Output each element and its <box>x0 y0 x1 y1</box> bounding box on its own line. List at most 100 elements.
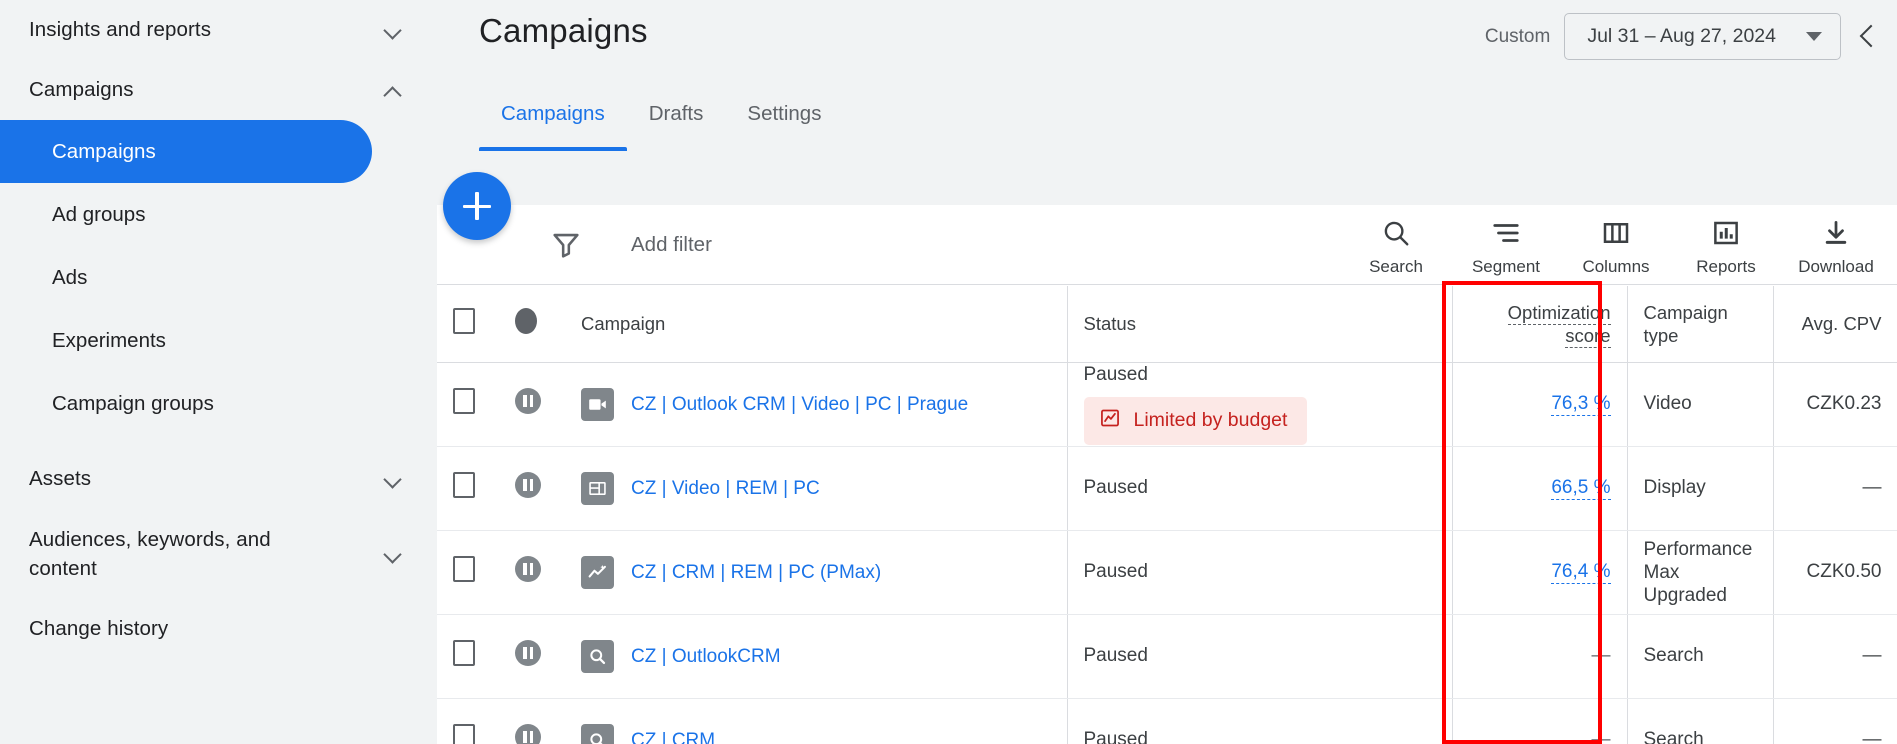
table-header: Campaign Status Optimization score Campa… <box>437 286 1897 363</box>
column-label: Campaign <box>581 312 666 334</box>
sidebar-group-assets[interactable]: Assets <box>0 449 437 509</box>
column-label: Avg. CPV <box>1801 312 1882 334</box>
column-label: Campaign <box>1643 301 1728 323</box>
select-all-checkbox[interactable] <box>453 308 475 335</box>
campaign-name-link[interactable]: CZ | Outlook CRM | Video | PC | Prague <box>631 392 968 417</box>
row-select-cell[interactable] <box>437 362 499 447</box>
avg-cpv-column-header[interactable]: Avg. CPV <box>1772 286 1897 363</box>
status-text: Paused <box>1083 363 1148 385</box>
optimization-score-link[interactable]: 76,3 % <box>1551 393 1611 416</box>
row-status-toggle-cell[interactable] <box>499 362 565 447</box>
optimization-score-link[interactable]: 76,4 % <box>1551 561 1611 584</box>
toolbar-actions: Search Segment Columns Reports Download <box>1341 212 1897 277</box>
pause-icon[interactable] <box>515 556 541 582</box>
status-dot-header <box>499 286 565 363</box>
chevron-down-icon <box>384 20 404 40</box>
campaign-name-link[interactable]: CZ | Video | REM | PC <box>631 476 820 501</box>
status-cell: Paused Limited by budget <box>1066 362 1452 447</box>
campaign-cell: CZ | CRM | REM | PC (PMax) <box>565 530 1067 615</box>
sidebar-group-insights-and-reports[interactable]: Insights and reports <box>0 0 437 60</box>
sidebar-item-ads[interactable]: Ads <box>0 246 372 309</box>
sidebar-item-campaign-groups[interactable]: Campaign groups <box>0 372 372 435</box>
date-range-picker[interactable]: Jul 31 – Aug 27, 2024 <box>1564 13 1841 60</box>
sidebar-group-campaigns[interactable]: Campaigns <box>0 60 437 120</box>
status-cell: Paused <box>1066 530 1452 615</box>
campaign-type-column-header[interactable]: Campaign type <box>1626 286 1773 363</box>
search-icon <box>1381 216 1411 250</box>
pmax-icon <box>581 555 614 589</box>
campaign-type-cell: Video <box>1626 362 1773 447</box>
optimization-score-cell: — <box>1451 698 1627 744</box>
sidebar-item-label: Change history <box>29 617 169 640</box>
optimization-score-value: — <box>1591 729 1611 744</box>
campaign-name-link[interactable]: CZ | CRM <box>631 728 715 744</box>
campaign-column-header[interactable]: Campaign <box>565 286 1067 363</box>
pause-icon[interactable] <box>515 640 541 666</box>
main-content: Campaigns Custom Jul 31 – Aug 27, 2024 C… <box>437 0 1897 744</box>
status-text: Paused <box>1083 561 1148 582</box>
row-checkbox[interactable] <box>453 388 475 414</box>
table-header-row: Campaign Status Optimization score Campa… <box>437 286 1897 363</box>
tab-drafts[interactable]: Drafts <box>627 92 726 151</box>
filter-icon[interactable] <box>549 228 583 262</box>
row-status-toggle-cell[interactable] <box>499 698 565 744</box>
row-status-toggle-cell[interactable] <box>499 446 565 531</box>
row-status-toggle-cell[interactable] <box>499 614 565 699</box>
campaign-name-link[interactable]: CZ | CRM | REM | PC (PMax) <box>631 560 881 585</box>
row-checkbox[interactable] <box>453 724 475 744</box>
columns-icon <box>1601 216 1631 250</box>
campaign-cell: CZ | CRM <box>565 698 1067 744</box>
status-cell: Paused <box>1066 446 1452 531</box>
row-checkbox[interactable] <box>453 472 475 498</box>
chevron-down-icon <box>384 544 404 564</box>
row-select-cell[interactable] <box>437 698 499 744</box>
table-row[interactable]: CZ | CRM | REM | PC (PMax) Paused 76,4 %… <box>437 530 1897 615</box>
chevron-down-icon <box>1806 32 1822 41</box>
segment-button[interactable]: Segment <box>1451 212 1561 277</box>
tab-campaigns[interactable]: Campaigns <box>479 92 627 151</box>
pause-icon[interactable] <box>515 388 541 414</box>
table-row[interactable]: CZ | CRM Paused — Search — <box>437 698 1897 744</box>
select-all-header[interactable] <box>437 286 499 363</box>
app-root: Insights and reports Campaigns Campaigns… <box>0 0 1897 744</box>
row-select-cell[interactable] <box>437 446 499 531</box>
table-row[interactable]: CZ | Video | REM | PC Paused 66,5 % Disp… <box>437 446 1897 531</box>
row-checkbox[interactable] <box>453 640 475 666</box>
sidebar-item-experiments[interactable]: Experiments <box>0 309 372 372</box>
date-range-control: Custom Jul 31 – Aug 27, 2024 <box>1485 13 1881 60</box>
display-icon <box>581 471 614 505</box>
status-column-header[interactable]: Status <box>1066 286 1452 363</box>
segment-icon <box>1491 216 1521 250</box>
sidebar-group-audiences-keywords-content[interactable]: Audiences, keywords, and content <box>0 509 437 599</box>
status-cell: Paused <box>1066 614 1452 699</box>
row-checkbox[interactable] <box>453 556 475 582</box>
search-button[interactable]: Search <box>1341 212 1451 277</box>
row-select-cell[interactable] <box>437 530 499 615</box>
optimization-score-column-header[interactable]: Optimization score <box>1451 286 1627 363</box>
reports-button[interactable]: Reports <box>1671 212 1781 277</box>
table-row[interactable]: CZ | Outlook CRM | Video | PC | Prague P… <box>437 362 1897 447</box>
campaign-name-link[interactable]: CZ | OutlookCRM <box>631 644 781 669</box>
pause-icon[interactable] <box>515 472 541 498</box>
sidebar-item-campaigns[interactable]: Campaigns <box>0 120 372 183</box>
campaign-cell: CZ | Video | REM | PC <box>565 446 1067 531</box>
table-row[interactable]: CZ | OutlookCRM Paused — Search — <box>437 614 1897 699</box>
limited-by-budget-icon <box>1099 407 1121 435</box>
collapse-panel-chevron-left-icon[interactable] <box>1855 17 1881 57</box>
toolbar-action-label: Download <box>1798 257 1874 276</box>
sidebar-item-change-history[interactable]: Change history <box>0 599 437 659</box>
status-badge[interactable]: Limited by budget <box>1083 396 1308 445</box>
column-label-line2: type <box>1643 324 1679 346</box>
sidebar-item-ad-groups[interactable]: Ad groups <box>0 183 372 246</box>
row-select-cell[interactable] <box>437 614 499 699</box>
sidebar: Insights and reports Campaigns Campaigns… <box>0 0 437 744</box>
optimization-score-link[interactable]: 66,5 % <box>1551 477 1611 500</box>
row-status-toggle-cell[interactable] <box>499 530 565 615</box>
new-campaign-fab[interactable] <box>443 172 511 240</box>
status-text: Paused <box>1083 477 1148 498</box>
tab-settings[interactable]: Settings <box>725 92 843 151</box>
columns-button[interactable]: Columns <box>1561 212 1671 277</box>
add-filter-button[interactable]: Add filter <box>631 233 712 257</box>
download-button[interactable]: Download <box>1781 212 1891 277</box>
pause-icon[interactable] <box>515 724 541 744</box>
